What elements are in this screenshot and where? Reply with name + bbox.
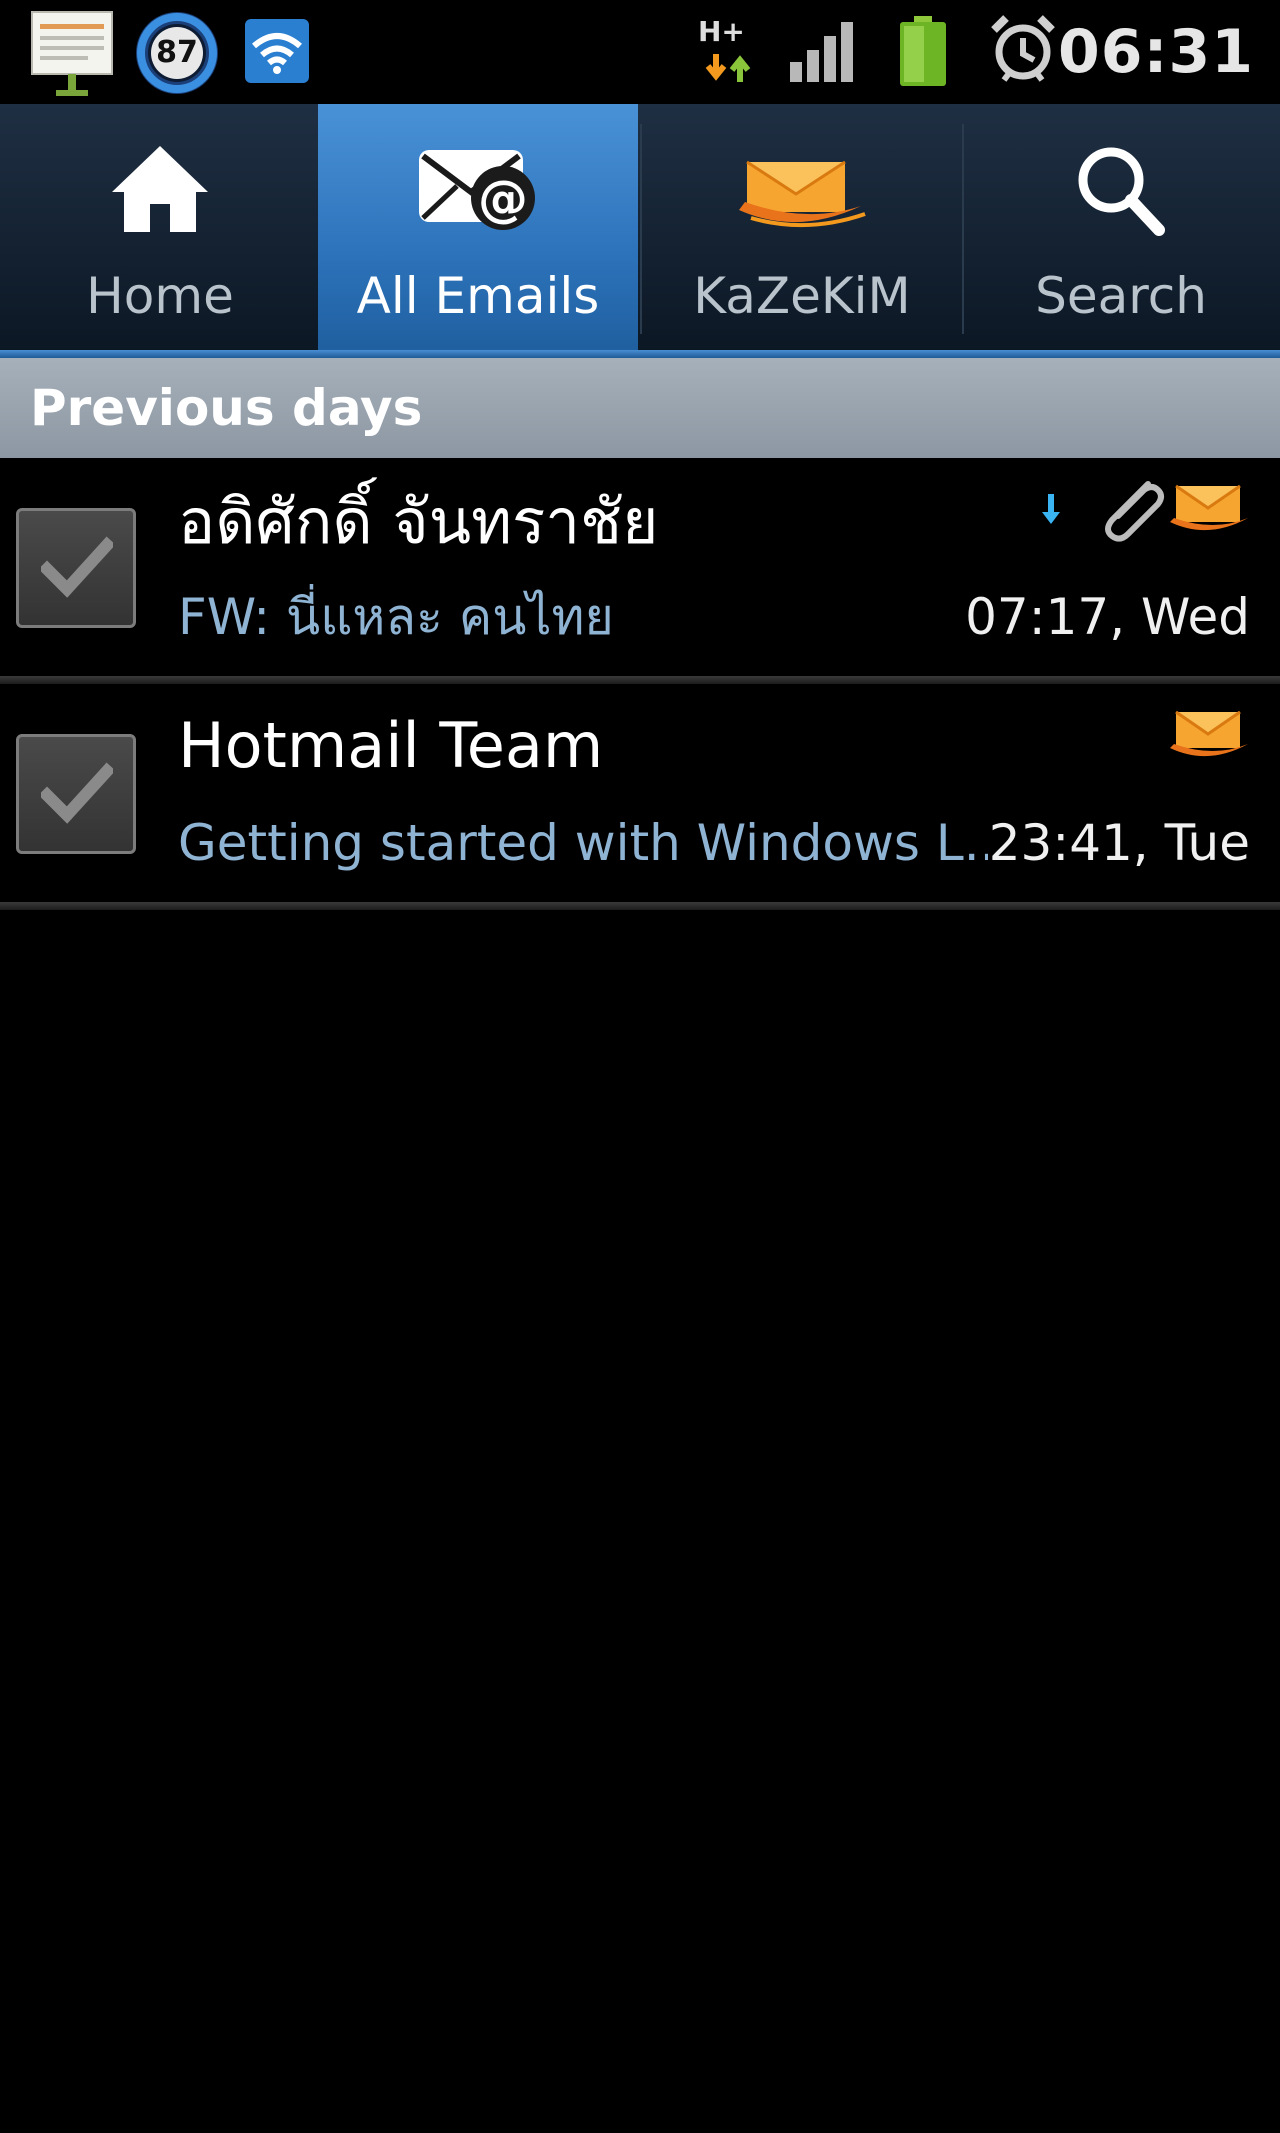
empty-list-area bbox=[0, 910, 1280, 2133]
all-emails-icon: @ bbox=[419, 150, 535, 230]
data-arrows-icon bbox=[705, 54, 751, 82]
tab-kazekim-account[interactable]: KaZeKiM bbox=[642, 104, 962, 352]
battery-icon bbox=[900, 16, 946, 86]
unread-mail-icon bbox=[1170, 710, 1248, 757]
row-divider bbox=[0, 676, 1280, 684]
tab-home-label: Home bbox=[86, 267, 234, 325]
status-bar: 87 H+ 06:31 bbox=[0, 0, 1280, 104]
email-sender: อดิศักดิ์ จันทราชัย bbox=[178, 485, 659, 558]
email-time: 23:41, Tue bbox=[988, 814, 1250, 872]
section-header: Previous days bbox=[0, 358, 1280, 458]
signal-strength-icon bbox=[790, 22, 853, 82]
section-title: Previous days bbox=[30, 379, 423, 437]
email-select-checkbox[interactable] bbox=[16, 734, 136, 854]
email-subject: Getting started with Windows L... bbox=[178, 814, 988, 872]
tab-bar-underline bbox=[0, 350, 1280, 358]
svg-text:@: @ bbox=[478, 170, 528, 228]
network-type-label: H+ bbox=[698, 15, 745, 48]
unread-mail-icon bbox=[1170, 484, 1248, 531]
tab-all-emails-label: All Emails bbox=[356, 267, 600, 325]
wifi-icon bbox=[245, 19, 309, 83]
attachment-paperclip-icon bbox=[1105, 481, 1164, 542]
search-icon bbox=[1078, 147, 1165, 236]
note-notification-icon bbox=[31, 11, 113, 96]
network-type-icon: H+ bbox=[694, 16, 756, 86]
status-time: 06:31 bbox=[1058, 17, 1254, 87]
email-select-checkbox[interactable] bbox=[16, 508, 136, 628]
email-list-item[interactable]: อดิศักดิ์ จันทราชัย FW: นี่แหละ คนไทย 07… bbox=[0, 460, 1280, 676]
tab-search-label: Search bbox=[1035, 267, 1207, 325]
email-list-item[interactable]: Hotmail Team Getting started with Window… bbox=[0, 686, 1280, 902]
email-sender: Hotmail Team bbox=[178, 709, 604, 782]
row-divider bbox=[0, 902, 1280, 910]
checkmark-icon bbox=[41, 762, 113, 824]
tab-home[interactable]: Home bbox=[0, 104, 320, 352]
home-icon bbox=[112, 146, 208, 232]
tab-bar: Home @ All Emails KaZeKiM Search bbox=[0, 104, 1280, 352]
tab-search[interactable]: Search bbox=[962, 104, 1280, 352]
tab-all-emails[interactable]: @ All Emails bbox=[318, 104, 638, 352]
battery-meter-value: 87 bbox=[156, 35, 198, 70]
email-time: 07:17, Wed bbox=[965, 588, 1250, 646]
hotmail-icon bbox=[739, 160, 866, 228]
checkmark-icon bbox=[41, 536, 113, 598]
download-arrow-icon bbox=[1042, 494, 1060, 524]
tab-kazekim-label: KaZeKiM bbox=[693, 267, 911, 325]
email-subject: FW: นี่แหละ คนไทย bbox=[178, 588, 614, 646]
alarm-clock-icon bbox=[991, 15, 1055, 82]
